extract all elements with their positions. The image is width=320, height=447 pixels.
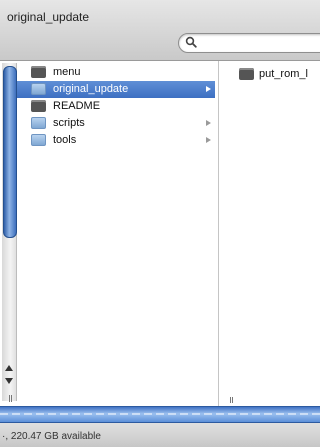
list-item[interactable]: scripts [17,115,215,132]
document-icon [239,68,254,80]
column-resize-grip-icon[interactable] [230,397,231,403]
scroll-down-arrow-icon[interactable] [5,378,13,384]
list-item[interactable]: menu [17,64,215,81]
disk-space-status: ·, 220.47 GB available [2,431,101,442]
item-label: scripts [53,117,85,129]
list-item[interactable]: README [17,98,215,115]
search-field[interactable] [178,33,320,53]
chevron-right-icon [206,86,211,92]
scroll-up-arrow-icon[interactable] [5,365,13,371]
document-icon [31,66,46,78]
chevron-right-icon [206,120,211,126]
window-titlebar: original_update [0,0,320,61]
list-item[interactable]: tools [17,132,215,149]
horizontal-scrollbar[interactable] [0,406,320,423]
list-item[interactable]: put_rom_l [239,66,320,83]
folder-icon [31,134,46,146]
folder-icon [31,83,46,95]
column-2: put_rom_l [219,61,320,406]
column-1: menu original_update README scripts tool… [0,61,219,406]
status-bar: ·, 220.47 GB available [0,423,320,447]
chevron-right-icon [206,137,211,143]
item-label: tools [53,134,77,146]
window-title: original_update [7,10,90,24]
scroll-thumb[interactable] [3,66,17,238]
item-label: README [53,100,101,112]
search-icon [185,36,197,48]
column-resize-grip-icon[interactable] [9,395,10,402]
column-browser: menu original_update README scripts tool… [0,61,320,406]
item-label: original_update [53,83,129,95]
folder-icon [31,117,46,129]
document-icon [31,100,46,112]
vertical-scrollbar[interactable] [2,63,17,402]
list-item[interactable]: original_update [17,81,215,98]
item-label: menu [53,66,81,78]
item-label: put_rom_l [259,68,308,80]
